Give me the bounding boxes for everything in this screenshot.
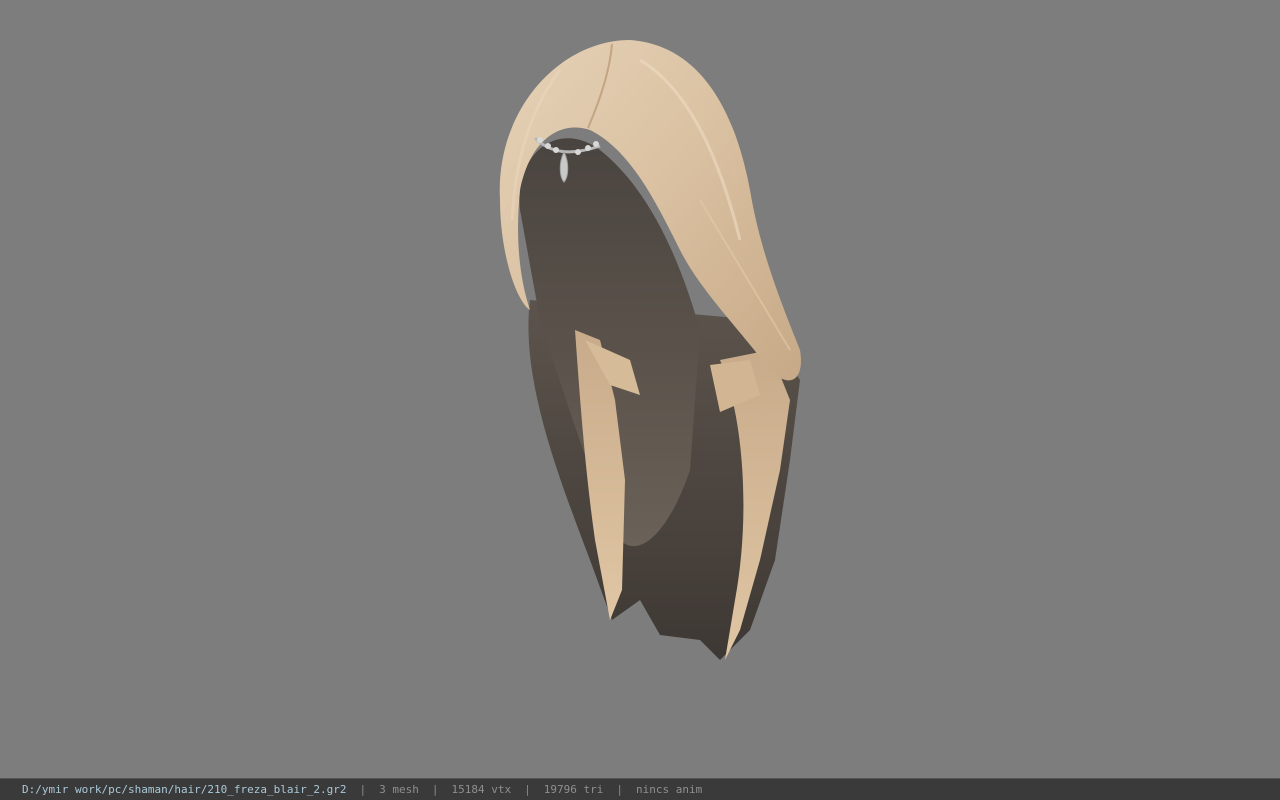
status-separator: |: [431, 783, 439, 796]
status-separator: |: [524, 783, 531, 796]
model-viewer-window: D:/ymir work/pc/shaman/hair/210_freza_bl…: [0, 0, 1280, 800]
hair-model-icon: [499, 40, 801, 660]
status-separator: |: [616, 783, 623, 796]
anim-status: nincs anim: [635, 783, 703, 796]
vertex-count: 15184 vtx: [451, 783, 512, 796]
3d-viewport[interactable]: [0, 0, 1280, 778]
status-bar: D:/ymir work/pc/shaman/hair/210_freza_bl…: [0, 778, 1280, 800]
jewel-pendant-icon: [533, 136, 601, 183]
triangle-count: 19796 tri: [543, 783, 604, 796]
status-separator: |: [359, 783, 367, 796]
file-path: D:/ymir work/pc/shaman/hair/210_freza_bl…: [22, 783, 347, 796]
mesh-count: 3 mesh: [379, 783, 419, 796]
